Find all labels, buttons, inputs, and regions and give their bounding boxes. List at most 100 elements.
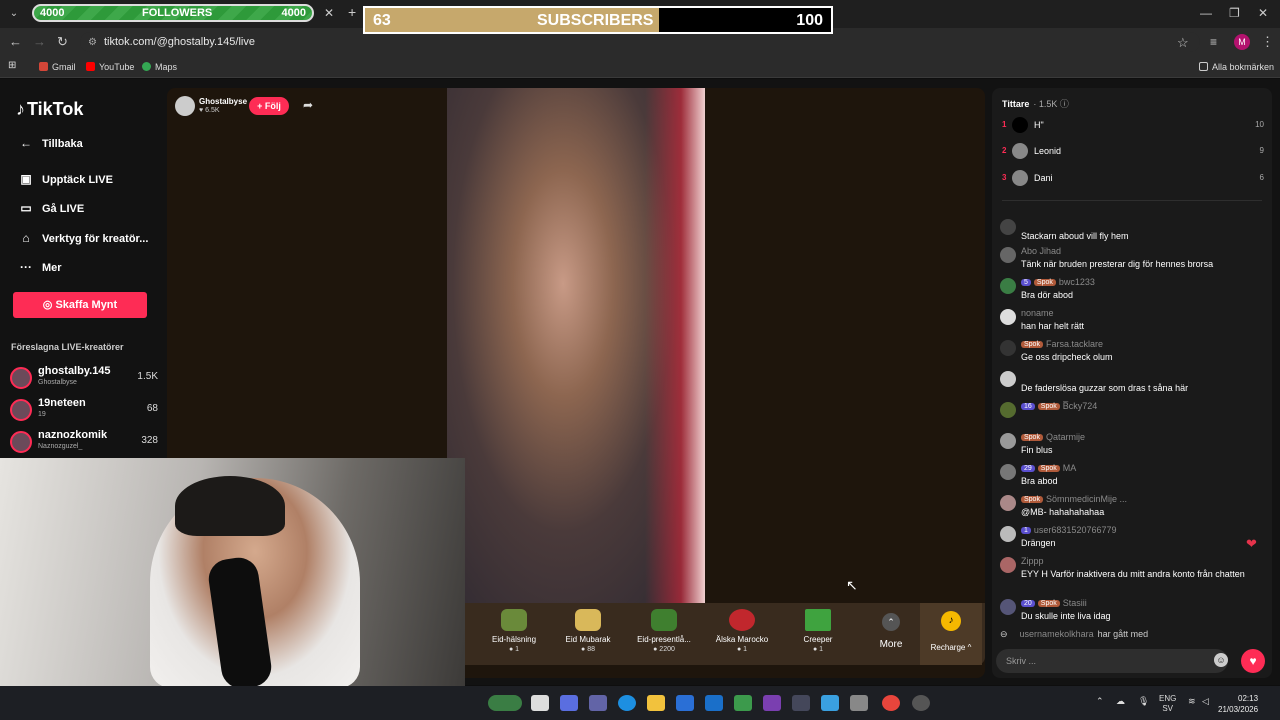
chat-username[interactable]: Abo Jihad <box>1021 246 1061 256</box>
bookmark-star-icon[interactable]: ☆ <box>1177 35 1189 51</box>
widgets-icon[interactable] <box>488 695 522 711</box>
spok-badge: Spok <box>1037 600 1060 607</box>
gift-item[interactable]: Eid-hälsning ● 1 <box>479 609 549 653</box>
nav-discover-live[interactable]: ▣ Upptäck LIVE <box>16 172 113 186</box>
avatar[interactable] <box>1000 495 1016 511</box>
volume-icon[interactable]: ◁ <box>1202 696 1209 707</box>
forward-icon[interactable]: → <box>33 34 46 49</box>
avatar[interactable] <box>1000 464 1016 480</box>
extensions-icon[interactable]: ≡ <box>1210 35 1217 49</box>
onedrive-icon[interactable]: ☁ <box>1116 696 1125 707</box>
chat-username[interactable]: 29 Spok MA <box>1021 463 1076 473</box>
mic-icon[interactable]: 🎙 <box>1138 696 1149 707</box>
top-viewer-row[interactable]: 2 Leonid 9 <box>1002 143 1264 161</box>
tab-close-icon[interactable]: ✕ <box>324 6 334 20</box>
wifi-icon[interactable]: ≋ <box>1188 696 1196 707</box>
restore-icon[interactable]: ❐ <box>1229 6 1240 20</box>
chat-input[interactable]: Skriv ... <box>996 649 1228 673</box>
tab-search-icon[interactable]: ⌄ <box>6 6 22 22</box>
recharge-button[interactable]: ♪ Recharge ^ <box>920 603 982 665</box>
emoji-icon[interactable]: ☺ <box>1214 653 1228 667</box>
back-icon[interactable]: ← <box>9 34 22 49</box>
gift-item[interactable]: Älska Marocko ● 1 <box>707 609 777 653</box>
avatar[interactable] <box>1000 247 1016 263</box>
creator-name: ghostalby.145 <box>38 365 111 377</box>
share-icon[interactable]: ➦ <box>303 98 313 112</box>
more-gifts-button[interactable]: ⌃ More <box>873 613 909 650</box>
host-avatar[interactable] <box>175 96 195 116</box>
back-link[interactable]: ← Tillbaka <box>16 136 83 150</box>
tray-chevron-icon[interactable]: ⌃ <box>1096 696 1104 707</box>
creator-viewer-count: 68 <box>146 403 158 414</box>
chat-username[interactable]: 20 Spok Stasiii <box>1021 598 1087 608</box>
nav-go-live[interactable]: ▭ Gå LIVE <box>16 201 84 215</box>
gift-item[interactable]: Eid Mubarak ● 88 <box>553 609 623 653</box>
nav-more[interactable]: ··· Mer <box>16 260 62 274</box>
chat-username[interactable]: Spok Qatarmije <box>1021 432 1085 442</box>
bookmark-gmail[interactable]: Gmail <box>39 62 76 72</box>
creator-item[interactable]: 19neteen 19 68 <box>10 397 160 425</box>
task-view-icon[interactable] <box>531 695 549 711</box>
reload-icon[interactable]: ↻ <box>57 34 68 50</box>
dev-icon[interactable] <box>792 695 810 711</box>
site-info-icon[interactable]: ⚙ <box>88 37 97 48</box>
chat-username[interactable]: Spok SömnmedicinMije ... <box>1021 494 1127 504</box>
file-explorer-icon[interactable] <box>647 695 665 711</box>
creator-viewer-count: 1.5K <box>137 371 158 382</box>
avatar[interactable] <box>1000 371 1016 387</box>
creator-item[interactable]: naznozkomik Naznozguzel_ 328 <box>10 429 160 457</box>
get-coins-button[interactable]: ◎ Skaffa Mynt <box>13 292 147 318</box>
copilot-icon[interactable] <box>560 695 578 711</box>
chat-username[interactable]: 5 Spok bwc1233 <box>1021 277 1095 287</box>
avatar[interactable] <box>1000 340 1016 356</box>
chrome-icon[interactable] <box>882 695 900 711</box>
all-bookmarks[interactable]: Alla bokmärken <box>1199 62 1274 72</box>
avatar[interactable] <box>1000 402 1016 418</box>
avatar[interactable] <box>1000 433 1016 449</box>
follow-button[interactable]: + Följ <box>249 97 289 115</box>
gallery-icon[interactable] <box>850 695 868 711</box>
minimize-icon[interactable]: — <box>1200 6 1212 20</box>
creator-item[interactable]: ghostalby.145 Ghostalbyse 1.5K <box>10 365 160 393</box>
top-viewer-row[interactable]: 1 H" 10 <box>1002 117 1264 135</box>
browser-menu-icon[interactable]: ⋮ <box>1261 34 1274 50</box>
store-icon[interactable] <box>676 695 694 711</box>
gift-item[interactable]: Creeper ● 1 <box>783 609 853 653</box>
like-heart-button[interactable]: ♥ <box>1241 649 1265 673</box>
profile-avatar[interactable]: M <box>1234 34 1250 50</box>
avatar[interactable] <box>1000 219 1016 235</box>
chat-username[interactable]: Spok Farsa.tacklare <box>1021 339 1103 349</box>
avatar <box>1012 170 1028 186</box>
tiktok-logo[interactable]: ♪ TikTok <box>16 99 83 120</box>
url-field[interactable]: tiktok.com/@ghostalby.145/live <box>80 32 1200 52</box>
edge-icon[interactable] <box>618 695 636 711</box>
new-tab-icon[interactable]: + <box>348 4 356 20</box>
bookmark-maps[interactable]: Maps <box>142 62 177 72</box>
close-window-icon[interactable]: ✕ <box>1258 6 1268 20</box>
gift-item[interactable]: Eid-presentlå... ● 2200 <box>629 609 699 653</box>
photos-icon[interactable] <box>821 695 839 711</box>
mail-icon[interactable] <box>705 695 723 711</box>
obs-icon[interactable] <box>912 695 930 711</box>
chat-username[interactable]: 1 user6831520766779 <box>1021 525 1116 535</box>
app-icon[interactable] <box>763 695 781 711</box>
avatar[interactable] <box>1000 557 1016 573</box>
clock[interactable]: 02:13 21/03/2026 <box>1218 693 1258 715</box>
avatar[interactable] <box>1000 309 1016 325</box>
chat-username[interactable]: Zippp <box>1021 556 1044 566</box>
apps-grid-icon[interactable]: ⊞ <box>8 60 16 71</box>
bookmark-youtube[interactable]: YouTube <box>86 62 134 72</box>
avatar[interactable] <box>1000 278 1016 294</box>
host-name[interactable]: Ghostalbyse <box>199 97 247 106</box>
avatar[interactable] <box>1000 599 1016 615</box>
gift-price: ● 1 <box>508 646 520 653</box>
language-indicator[interactable]: ENG SV <box>1159 694 1176 714</box>
security-icon[interactable] <box>734 695 752 711</box>
top-viewer-row[interactable]: 3 Dani 6 <box>1002 170 1264 188</box>
chat-username[interactable]: noname <box>1021 308 1054 318</box>
nav-creator-tools[interactable]: ⌂ Verktyg för kreatör... <box>16 231 148 245</box>
chat-username[interactable]: 16 Spok B̅cky724 <box>1021 401 1097 411</box>
avatar <box>10 399 32 421</box>
teams-icon[interactable] <box>589 695 607 711</box>
avatar[interactable] <box>1000 526 1016 542</box>
